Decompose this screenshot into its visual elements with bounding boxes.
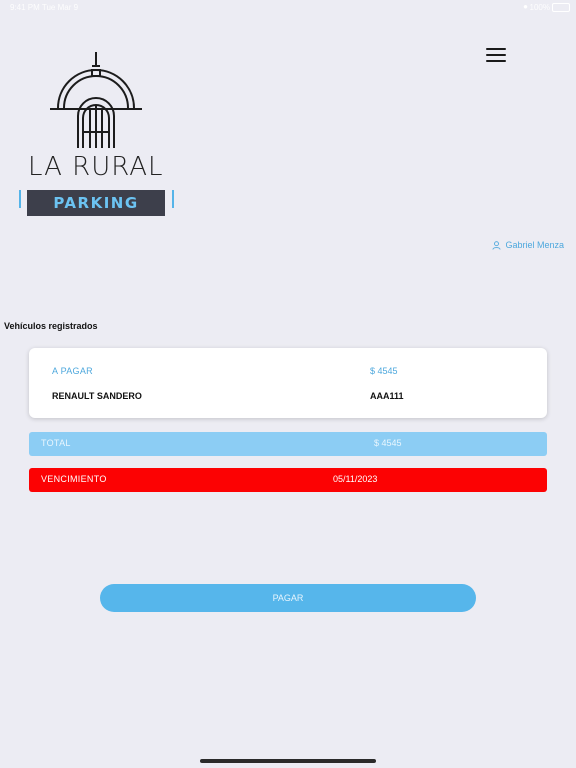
parking-badge: PARKING — [19, 190, 179, 216]
vehicle-name: RENAULT SANDERO — [52, 391, 142, 401]
pay-label: A PAGAR — [52, 366, 93, 376]
pay-button[interactable]: PAGAR — [100, 584, 476, 612]
vehicle-card[interactable]: A PAGAR $ 4545 RENAULT SANDERO AAA111 — [29, 348, 547, 418]
battery-icon — [552, 3, 570, 12]
pay-amount: $ 4545 — [370, 366, 398, 376]
user-name: Gabriel Menza — [505, 240, 564, 250]
vehicle-plate: AAA111 — [370, 391, 404, 401]
due-label: VENCIMIENTO — [41, 474, 107, 484]
total-bar: TOTAL $ 4545 — [29, 432, 547, 456]
user-profile[interactable]: Gabriel Menza — [492, 240, 564, 250]
wifi-icon: ● — [523, 2, 528, 11]
user-icon — [492, 240, 502, 250]
status-time: 9:41 PM Tue Mar 9 — [10, 3, 79, 12]
due-date-bar: VENCIMIENTO 05/11/2023 — [29, 468, 547, 492]
section-title: Vehículos registrados — [4, 321, 98, 331]
la-rural-building-icon — [50, 52, 142, 148]
battery-percent: 100% — [529, 3, 550, 12]
menu-button[interactable] — [484, 46, 508, 64]
due-date: 05/11/2023 — [333, 474, 378, 484]
home-indicator[interactable] — [200, 759, 376, 763]
brand-logo: LA RURAL PARKING — [19, 50, 175, 220]
parking-label: PARKING — [27, 190, 165, 216]
total-amount: $ 4545 — [374, 438, 402, 448]
hamburger-menu-icon — [486, 48, 506, 50]
total-label: TOTAL — [41, 438, 71, 448]
brand-name: LA RURAL — [28, 152, 164, 182]
